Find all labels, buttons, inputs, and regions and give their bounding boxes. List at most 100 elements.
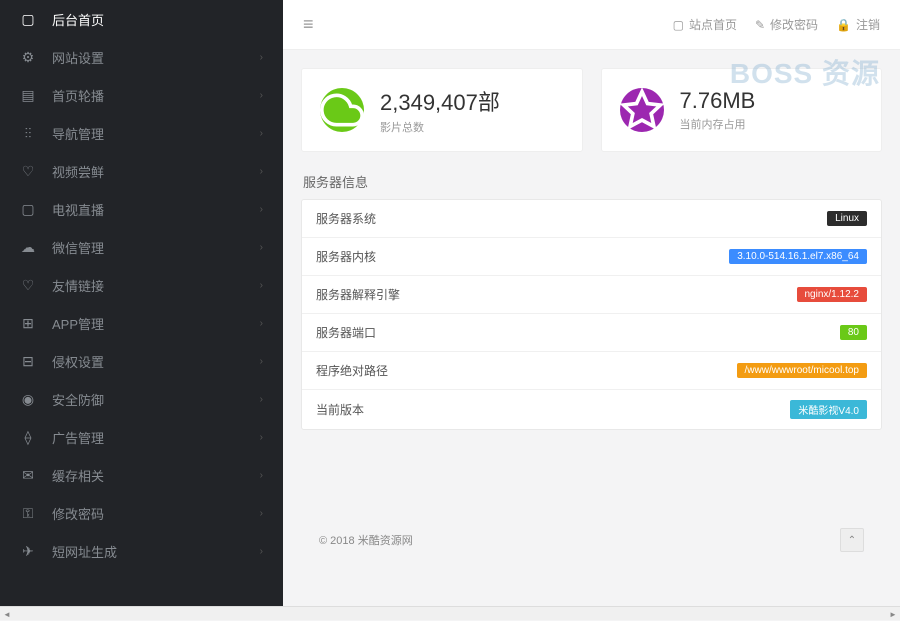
- change-password-link[interactable]: ✎ 修改密码: [755, 16, 818, 33]
- site-home-link[interactable]: ▢ 站点首页: [673, 16, 737, 33]
- sidebar-item-carousel[interactable]: ▤ 首页轮播 ›: [0, 76, 283, 114]
- topbar-link-label: 站点首页: [689, 16, 737, 33]
- truck-icon: ⊟: [20, 353, 36, 369]
- sidebar-item-security[interactable]: ◉ 安全防御 ›: [0, 380, 283, 418]
- basket-icon: ⊞: [20, 315, 36, 331]
- sidebar-item-links[interactable]: ♡ 友情链接 ›: [0, 266, 283, 304]
- section-title: 服务器信息: [301, 172, 882, 191]
- chevron-right-icon: ›: [260, 166, 263, 177]
- sidebar-item-tv-live[interactable]: ▢ 电视直播 ›: [0, 190, 283, 228]
- star-icon: [620, 88, 664, 132]
- chevron-right-icon: ›: [260, 90, 263, 101]
- sidebar-item-label: 后台首页: [52, 10, 263, 29]
- horizontal-scrollbar[interactable]: ◄ ►: [0, 606, 900, 620]
- status-badge: /www/wwwroot/micool.top: [737, 363, 867, 378]
- scroll-right-arrow[interactable]: ►: [886, 607, 900, 621]
- sidebar-item-label: 视频尝鲜: [52, 162, 260, 181]
- sidebar-item-label: 导航管理: [52, 124, 260, 143]
- table-row: 当前版本 米酷影视V4.0: [302, 390, 881, 429]
- sidebar-item-label: 短网址生成: [52, 542, 260, 561]
- monitor-icon: ▢: [673, 18, 684, 32]
- chevron-right-icon: ›: [260, 242, 263, 253]
- sidebar-item-wechat[interactable]: ☁ 微信管理 ›: [0, 228, 283, 266]
- chevron-right-icon: ›: [260, 394, 263, 405]
- sidebar-item-cache[interactable]: ✉ 缓存相关 ›: [0, 456, 283, 494]
- video-icon: ▢: [20, 201, 36, 217]
- copyright-text: © 2018 米酷资源网: [319, 532, 413, 548]
- sidebar-item-label: 安全防御: [52, 390, 260, 409]
- status-badge: 3.10.0-514.16.1.el7.x86_64: [729, 249, 867, 264]
- edit-icon: ✎: [755, 18, 765, 32]
- topbar-link-label: 注销: [856, 16, 880, 33]
- sidebar-item-label: 微信管理: [52, 238, 260, 257]
- sidebar-item-app[interactable]: ⊞ APP管理 ›: [0, 304, 283, 342]
- sidebar: ▢ 后台首页 ⚙ 网站设置 › ▤ 首页轮播 › ⫶⫶ 导航管理 › ♡ 视频尝…: [0, 0, 283, 620]
- logout-link[interactable]: 🔒 注销: [836, 16, 880, 33]
- info-label: 服务器端口: [316, 324, 840, 341]
- sidebar-item-dashboard[interactable]: ▢ 后台首页: [0, 0, 283, 38]
- chevron-right-icon: ›: [260, 280, 263, 291]
- sidebar-item-shorturl[interactable]: ✈ 短网址生成 ›: [0, 532, 283, 570]
- info-label: 服务器内核: [316, 248, 729, 265]
- stat-label: 影片总数: [380, 119, 500, 135]
- server-info-table: 服务器系统 Linux 服务器内核 3.10.0-514.16.1.el7.x8…: [301, 199, 882, 430]
- stat-label: 当前内存占用: [680, 116, 756, 132]
- sidebar-item-label: 首页轮播: [52, 86, 260, 105]
- sidebar-item-label: 缓存相关: [52, 466, 260, 485]
- heart-outline-icon: ♡: [20, 277, 36, 293]
- chevron-right-icon: ›: [260, 546, 263, 557]
- table-row: 服务器系统 Linux: [302, 200, 881, 238]
- chevron-right-icon: ›: [260, 204, 263, 215]
- chevron-right-icon: ›: [260, 356, 263, 367]
- heart-icon: ♡: [20, 163, 36, 179]
- lock-icon: ⚿: [20, 505, 36, 521]
- stat-card-movies: 2,349,407部 影片总数: [301, 68, 583, 152]
- layers-icon: ▤: [20, 87, 36, 103]
- send-icon: ✈: [20, 543, 36, 559]
- envelope-icon: ✉: [20, 467, 36, 483]
- sidebar-item-navigation[interactable]: ⫶⫶ 导航管理 ›: [0, 114, 283, 152]
- footer: © 2018 米酷资源网 ⌃: [301, 510, 882, 570]
- info-label: 当前版本: [316, 401, 790, 418]
- sidebar-item-label: APP管理: [52, 314, 260, 333]
- scroll-top-button[interactable]: ⌃: [840, 528, 864, 552]
- sidebar-item-label: 修改密码: [52, 504, 260, 523]
- chevron-right-icon: ›: [260, 508, 263, 519]
- sidebar-item-label: 电视直播: [52, 200, 260, 219]
- info-label: 服务器系统: [316, 210, 827, 227]
- sidebar-item-label: 友情链接: [52, 276, 260, 295]
- chevron-up-icon: ⌃: [848, 535, 856, 546]
- eye-icon: ◉: [20, 391, 36, 407]
- scroll-left-arrow[interactable]: ◄: [0, 607, 14, 621]
- table-row: 服务器内核 3.10.0-514.16.1.el7.x86_64: [302, 238, 881, 276]
- info-label: 服务器解释引擎: [316, 286, 797, 303]
- status-badge: nginx/1.12.2: [797, 287, 868, 302]
- sidebar-item-label: 侵权设置: [52, 352, 260, 371]
- hamburger-icon[interactable]: ≡: [303, 14, 314, 35]
- status-badge: Linux: [827, 211, 867, 226]
- chevron-right-icon: ›: [260, 318, 263, 329]
- chat-icon: ☁: [20, 239, 36, 255]
- info-label: 程序绝对路径: [316, 362, 737, 379]
- chevron-right-icon: ›: [260, 52, 263, 63]
- sidebar-item-password[interactable]: ⚿ 修改密码 ›: [0, 494, 283, 532]
- sliders-icon: ⫶⫶: [20, 125, 36, 141]
- table-row: 服务器端口 80: [302, 314, 881, 352]
- cloud-icon: [320, 88, 364, 132]
- chevron-right-icon: ›: [260, 128, 263, 139]
- chevron-right-icon: ›: [260, 470, 263, 481]
- sidebar-item-copyright[interactable]: ⊟ 侵权设置 ›: [0, 342, 283, 380]
- table-row: 程序绝对路径 /www/wwwroot/micool.top: [302, 352, 881, 390]
- stat-value: 2,349,407部: [380, 85, 500, 117]
- stat-card-memory: 7.76MB 当前内存占用: [601, 68, 883, 152]
- monitor-icon: ▢: [20, 11, 36, 27]
- sidebar-item-video-preview[interactable]: ♡ 视频尝鲜 ›: [0, 152, 283, 190]
- sidebar-item-site-settings[interactable]: ⚙ 网站设置 ›: [0, 38, 283, 76]
- stats-row: 2,349,407部 影片总数 7.76MB 当前内存占用: [301, 68, 882, 152]
- sidebar-item-label: 广告管理: [52, 428, 260, 447]
- main-content: ≡ ▢ 站点首页 ✎ 修改密码 🔒 注销 BOSS 资源 2,349,407部 …: [283, 0, 900, 620]
- gear-icon: ⚙: [20, 49, 36, 65]
- sidebar-item-ads[interactable]: ⟠ 广告管理 ›: [0, 418, 283, 456]
- status-badge: 80: [840, 325, 867, 340]
- table-row: 服务器解释引擎 nginx/1.12.2: [302, 276, 881, 314]
